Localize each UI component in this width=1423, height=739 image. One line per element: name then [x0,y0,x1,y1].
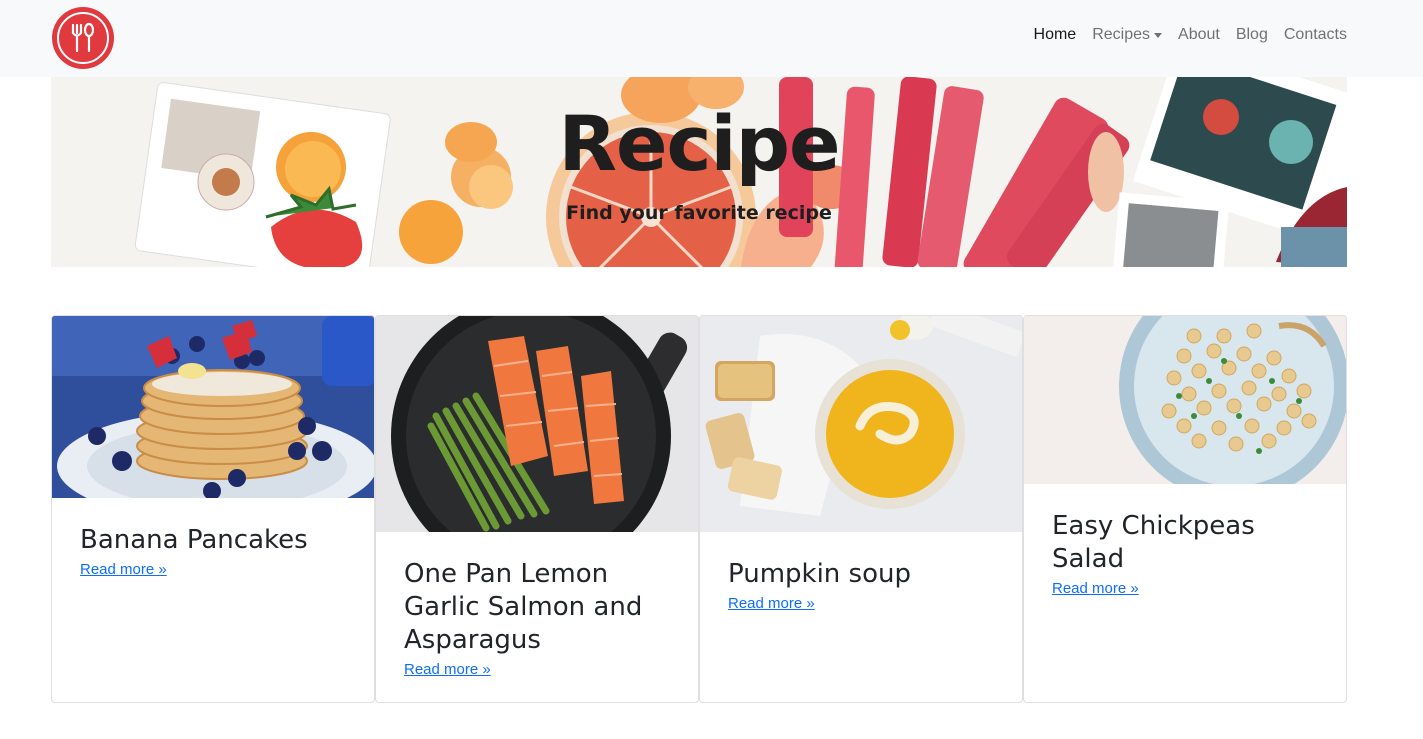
utensils-icon [71,22,95,53]
pumpkin-soup-photo [700,316,1022,532]
nav-contacts-label: Contacts [1283,26,1347,43]
card-title: Easy Chickpeas Salad [1052,511,1255,574]
caret-down-icon [1154,32,1163,38]
card-body: Pumpkin soup Read more » [700,532,1022,613]
nav-menu: Home Recipes About Blog Contacts [1018,26,1347,44]
read-more-link[interactable]: Read more » [728,595,815,612]
salmon-asparagus-photo [376,316,698,532]
nav-blog[interactable]: Blog [1236,26,1268,44]
read-more-link[interactable]: Read more » [1052,580,1139,597]
recipe-cards: Banana Pancakes Read more » One Pan Lemo… [51,315,1347,703]
card-title: One Pan Lemon Garlic Salmon and Asparagu… [404,559,643,655]
hero-subtitle: Find your favorite recipe [566,202,832,224]
recipe-card-banana-pancakes: Banana Pancakes Read more » [51,315,375,703]
card-body: Banana Pancakes Read more » [52,498,374,579]
pancakes-photo [52,316,374,498]
card-body: One Pan Lemon Garlic Salmon and Asparagu… [376,532,698,679]
read-more-link[interactable]: Read more » [404,661,491,678]
hero-banner: Recipe Find your favorite recipe [51,77,1347,267]
nav-recipes-dropdown[interactable]: Recipes [1092,26,1163,44]
nav-home-label: Home [1033,26,1077,43]
nav-contacts[interactable]: Contacts [1284,26,1347,44]
navbar: Home Recipes About Blog Contacts [0,0,1423,77]
read-more-link[interactable]: Read more » [80,561,167,578]
card-title: Banana Pancakes [80,525,308,555]
recipe-card-salmon-asparagus: One Pan Lemon Garlic Salmon and Asparagu… [375,315,699,703]
nav-about-label: About [1178,26,1220,43]
brand-logo[interactable] [52,7,114,69]
nav-about[interactable]: About [1178,26,1220,44]
recipe-card-pumpkin-soup: Pumpkin soup Read more » [699,315,1023,703]
card-body: Easy Chickpeas Salad Read more » [1024,484,1346,598]
nav-blog-label: Blog [1235,26,1268,43]
nav-recipes-label: Recipes [1092,26,1151,43]
chickpeas-salad-photo [1024,316,1346,484]
card-title: Pumpkin soup [728,559,911,589]
nav-home[interactable]: Home [1034,26,1077,44]
hero-title: Recipe [558,99,840,188]
recipe-card-chickpeas-salad: Easy Chickpeas Salad Read more » [1023,315,1347,703]
